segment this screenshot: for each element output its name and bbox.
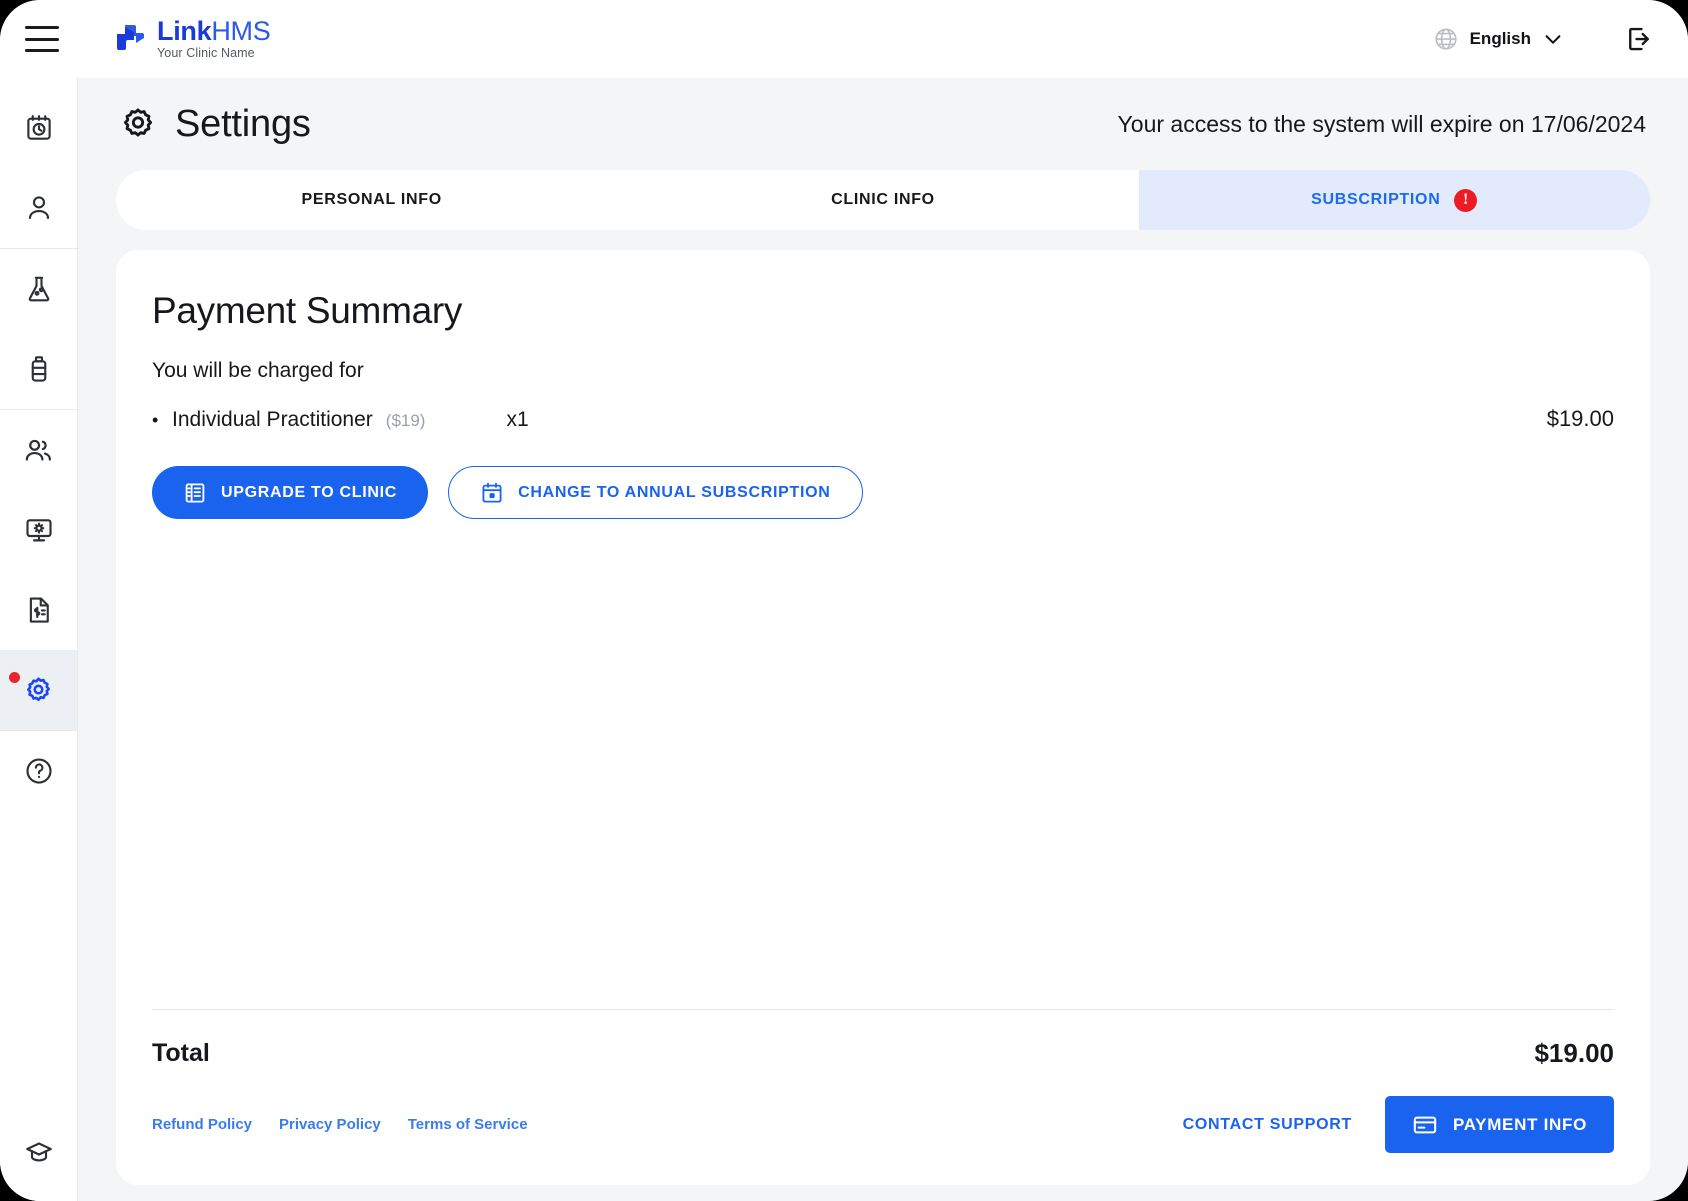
line-item-name: Individual Practitioner xyxy=(172,408,373,431)
page-header: Settings Your access to the system will … xyxy=(116,78,1650,170)
contact-support-button[interactable]: CONTACT SUPPORT xyxy=(1183,1116,1352,1134)
line-item-unit-price: ($19) xyxy=(385,411,426,430)
terms-of-service-link[interactable]: Terms of Service xyxy=(408,1116,528,1133)
medicine-bottle-icon xyxy=(31,356,46,382)
payment-summary-card: Payment Summary You will be charged for … xyxy=(116,250,1650,1185)
tab-subscription[interactable]: SUBSCRIPTION ! xyxy=(1138,170,1650,230)
brand-name-link: Link xyxy=(157,16,212,47)
card-title: Payment Summary xyxy=(152,290,463,331)
brand-title: LinkHMS xyxy=(157,16,271,47)
sidebar-item-billing[interactable] xyxy=(0,570,77,650)
line-item-amount: $19.00 xyxy=(1546,406,1614,431)
notification-badge-dot xyxy=(9,672,20,683)
hamburger-bar xyxy=(25,37,59,41)
button-label: CHANGE TO ANNUAL SUBSCRIPTION xyxy=(518,483,831,501)
tab-personal-info[interactable]: PERSONAL INFO xyxy=(116,170,628,230)
total-value: $19.00 xyxy=(1534,1037,1614,1068)
brand-text: LinkHMS Your Clinic Name xyxy=(157,16,271,61)
medical-cross-icon xyxy=(117,25,144,50)
card-filler xyxy=(152,519,1614,1009)
settings-tabs: PERSONAL INFO CLINIC INFO SUBSCRIPTION ! xyxy=(116,170,1650,230)
logout-button[interactable] xyxy=(1624,24,1654,54)
bullet-marker: • xyxy=(152,410,159,430)
tab-label: SUBSCRIPTION xyxy=(1311,191,1441,208)
total-row: Total $19.00 xyxy=(152,1010,1614,1096)
sidebar-item-patients[interactable] xyxy=(0,168,77,248)
chevron-down-icon xyxy=(1545,35,1561,44)
sidebar-item-laboratory[interactable] xyxy=(0,249,77,329)
sidebar-item-academy[interactable] xyxy=(0,1105,77,1201)
button-label: UPGRADE TO CLINIC xyxy=(221,483,398,501)
line-item: • Individual Practitioner ($19) x1 $19.0… xyxy=(152,406,1614,432)
hamburger-bar xyxy=(25,26,59,29)
privacy-policy-link[interactable]: Privacy Policy xyxy=(279,1116,381,1133)
charged-for-label: You will be charged for xyxy=(152,359,364,382)
language-label: English xyxy=(1469,29,1531,48)
help-circle-icon xyxy=(25,758,52,784)
globe-icon xyxy=(1435,28,1457,50)
building-icon xyxy=(185,483,205,503)
gear-icon xyxy=(27,676,50,701)
credit-card-icon xyxy=(1413,1116,1437,1133)
hamburger-bar xyxy=(25,49,59,52)
upgrade-to-clinic-button[interactable]: UPGRADE TO CLINIC xyxy=(152,466,429,519)
topbar-right-actions: English xyxy=(1425,20,1688,58)
brand-logo[interactable]: LinkHMS Your Clinic Name xyxy=(114,16,271,61)
subscription-actions: UPGRADE TO CLINIC CHANGE TO ANNUAL SUBSC… xyxy=(152,466,1614,519)
page-title-group: Settings xyxy=(120,103,311,146)
sidebar-item-pharmacy[interactable] xyxy=(0,329,77,409)
access-expiry-notice: Your access to the system will expire on… xyxy=(1117,110,1646,137)
line-item-quantity: x1 xyxy=(506,408,529,431)
tab-clinic-info[interactable]: CLINIC INFO xyxy=(627,170,1139,230)
sidebar-item-help[interactable] xyxy=(0,731,77,811)
button-label: PAYMENT INFO xyxy=(1452,1114,1587,1134)
sidebar-item-staff[interactable] xyxy=(0,410,77,490)
app-window: LinkHMS Your Clinic Name English Setting… xyxy=(0,0,1688,1201)
footer-actions: CONTACT SUPPORT PAYMENT INFO xyxy=(1183,1096,1614,1153)
sidebar-item-workstation[interactable] xyxy=(0,490,77,570)
sidebar-navigation xyxy=(0,78,78,1201)
payment-info-button[interactable]: PAYMENT INFO xyxy=(1384,1096,1614,1153)
graduation-cap-icon xyxy=(25,1142,52,1162)
sidebar-item-settings[interactable] xyxy=(0,650,77,730)
calendar-icon xyxy=(482,482,502,502)
sidebar-item-appointments[interactable] xyxy=(0,88,77,168)
hamburger-menu-icon[interactable] xyxy=(25,26,59,52)
change-to-annual-button[interactable]: CHANGE TO ANNUAL SUBSCRIPTION xyxy=(448,466,863,519)
user-icon xyxy=(28,196,49,220)
refund-policy-link[interactable]: Refund Policy xyxy=(152,1116,252,1133)
logout-icon xyxy=(1629,27,1649,51)
language-selector[interactable]: English xyxy=(1425,20,1572,58)
legal-links: Refund Policy Privacy Policy Terms of Se… xyxy=(152,1116,528,1133)
calendar-clock-icon xyxy=(26,115,51,140)
total-label: Total xyxy=(152,1038,210,1067)
alert-badge-icon: ! xyxy=(1454,188,1478,212)
main-content: Settings Your access to the system will … xyxy=(78,78,1688,1201)
gear-icon xyxy=(123,108,153,137)
tab-label: PERSONAL INFO xyxy=(301,191,442,208)
tab-label: CLINIC INFO xyxy=(831,191,935,208)
users-group-icon xyxy=(25,439,51,461)
monitor-gear-icon xyxy=(25,519,52,542)
card-footer: Refund Policy Privacy Policy Terms of Se… xyxy=(152,1096,1614,1185)
brand-tagline: Your Clinic Name xyxy=(157,46,255,61)
invoice-dollar-icon xyxy=(29,597,49,623)
lab-flask-icon xyxy=(28,276,49,302)
brand-name-hms: HMS xyxy=(211,16,271,47)
top-bar: LinkHMS Your Clinic Name English xyxy=(0,0,1688,78)
page-title: Settings xyxy=(175,102,311,145)
